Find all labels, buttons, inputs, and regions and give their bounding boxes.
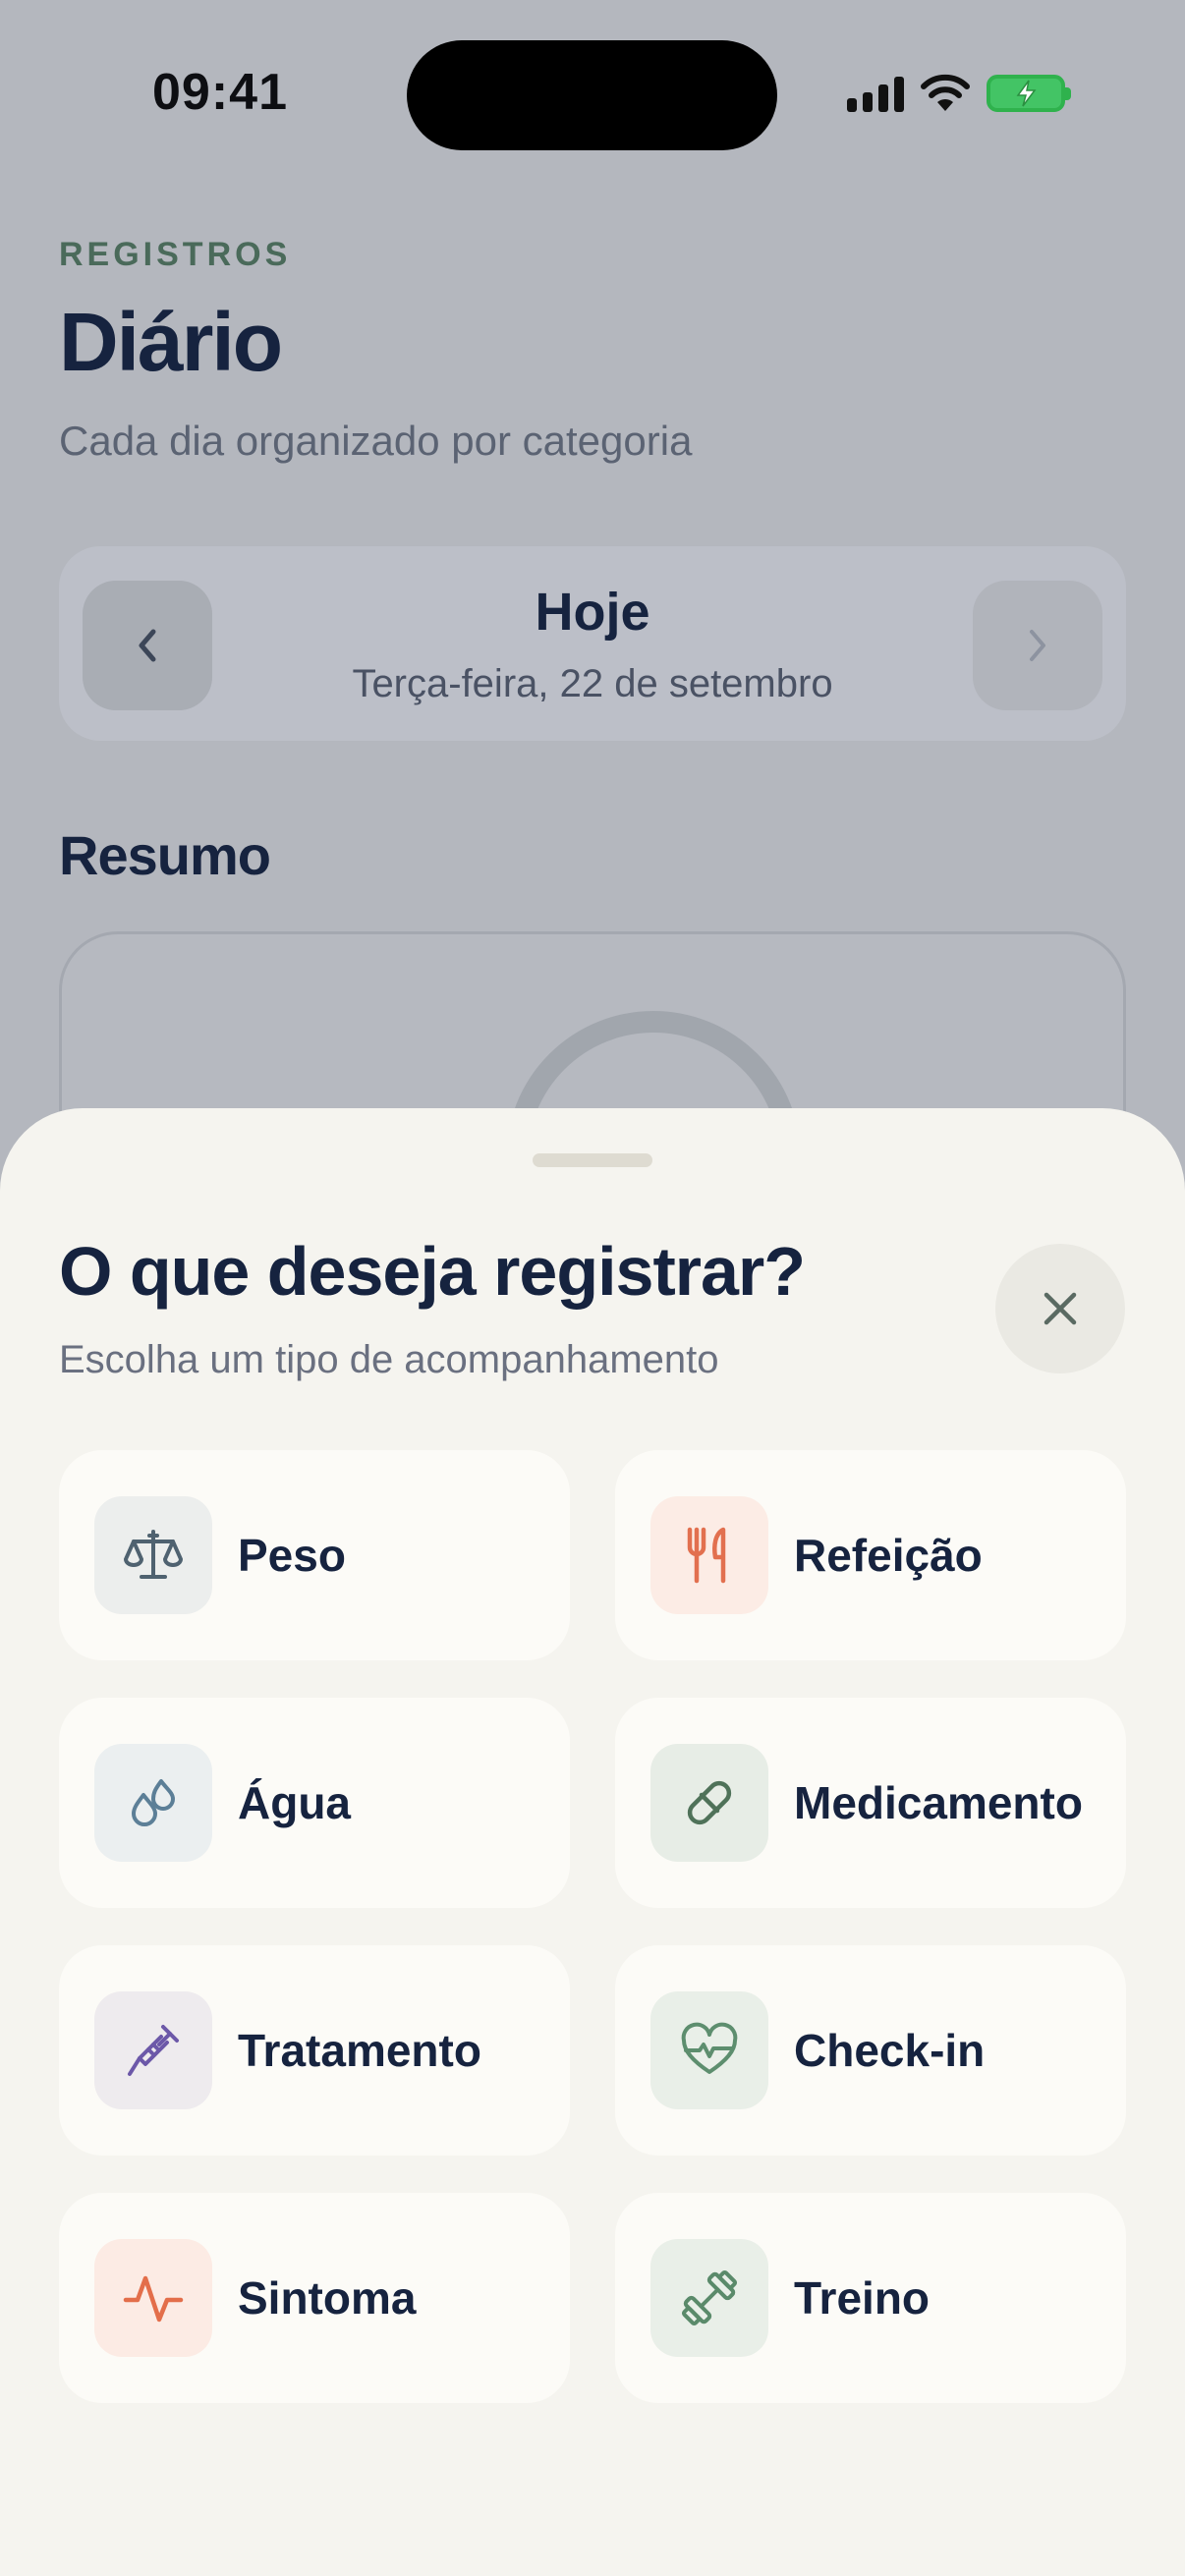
sheet-title: O que deseja registrar?	[59, 1233, 806, 1310]
page-subtitle: Cada dia organizado por categoria	[59, 418, 693, 464]
option-check-in[interactable]: Check-in	[615, 1945, 1126, 2156]
sheet-grabber[interactable]	[533, 1153, 652, 1167]
wifi-icon	[921, 74, 970, 111]
cellular-signal-icon	[847, 75, 904, 112]
heart-pulse-icon	[650, 1991, 768, 2109]
option-label: Treino	[794, 2272, 931, 2324]
battery-charging-icon	[987, 75, 1071, 112]
utensils-icon	[650, 1496, 768, 1614]
status-bar: 09:41	[0, 0, 1185, 187]
register-sheet: O que deseja registrar? Escolha um tipo …	[0, 1108, 1185, 2576]
option-label: Tratamento	[238, 2025, 481, 2076]
pill-icon	[650, 1744, 768, 1862]
option-sintoma[interactable]: Sintoma	[59, 2193, 570, 2403]
option-label: Água	[238, 1777, 351, 1828]
close-icon	[1044, 1292, 1077, 1325]
summary-section-title: Resumo	[59, 824, 271, 886]
option-agua[interactable]: Água	[59, 1698, 570, 1908]
diary-page: 09:41 REGISTROS Diário Cada dia organiza…	[0, 0, 1185, 1423]
option-peso[interactable]: Peso	[59, 1450, 570, 1660]
sheet-subtitle: Escolha um tipo de acompanhamento	[59, 1338, 719, 1381]
syringe-icon	[94, 1991, 212, 2109]
page-title: Diário	[59, 296, 283, 388]
date-navigator: Hoje Terça-feira, 22 de setembro	[59, 546, 1126, 741]
option-label: Peso	[238, 1530, 346, 1581]
option-tratamento[interactable]: Tratamento	[59, 1945, 570, 2156]
dynamic-island	[407, 40, 777, 150]
option-refeicao[interactable]: Refeição	[615, 1450, 1126, 1660]
options-grid: Peso Refeição Água Medicamento Tratament…	[59, 1450, 1126, 2403]
scale-icon	[94, 1496, 212, 1614]
chevron-right-icon	[1030, 630, 1045, 661]
option-treino[interactable]: Treino	[615, 2193, 1126, 2403]
date-label: Hoje	[535, 583, 650, 642]
activity-icon	[94, 2239, 212, 2357]
option-label: Medicamento	[794, 1777, 1083, 1828]
droplets-icon	[94, 1744, 212, 1862]
page-eyebrow: REGISTROS	[59, 236, 292, 273]
close-button[interactable]	[995, 1244, 1125, 1373]
option-label: Sintoma	[238, 2272, 417, 2324]
option-label: Refeição	[794, 1530, 983, 1581]
next-day-button[interactable]	[973, 581, 1102, 710]
dumbbell-icon	[650, 2239, 768, 2357]
status-icons	[847, 69, 1071, 118]
date-full: Terça-feira, 22 de setembro	[352, 662, 833, 705]
option-label: Check-in	[794, 2025, 986, 2076]
option-medicamento[interactable]: Medicamento	[615, 1698, 1126, 1908]
status-time: 09:41	[152, 64, 288, 121]
